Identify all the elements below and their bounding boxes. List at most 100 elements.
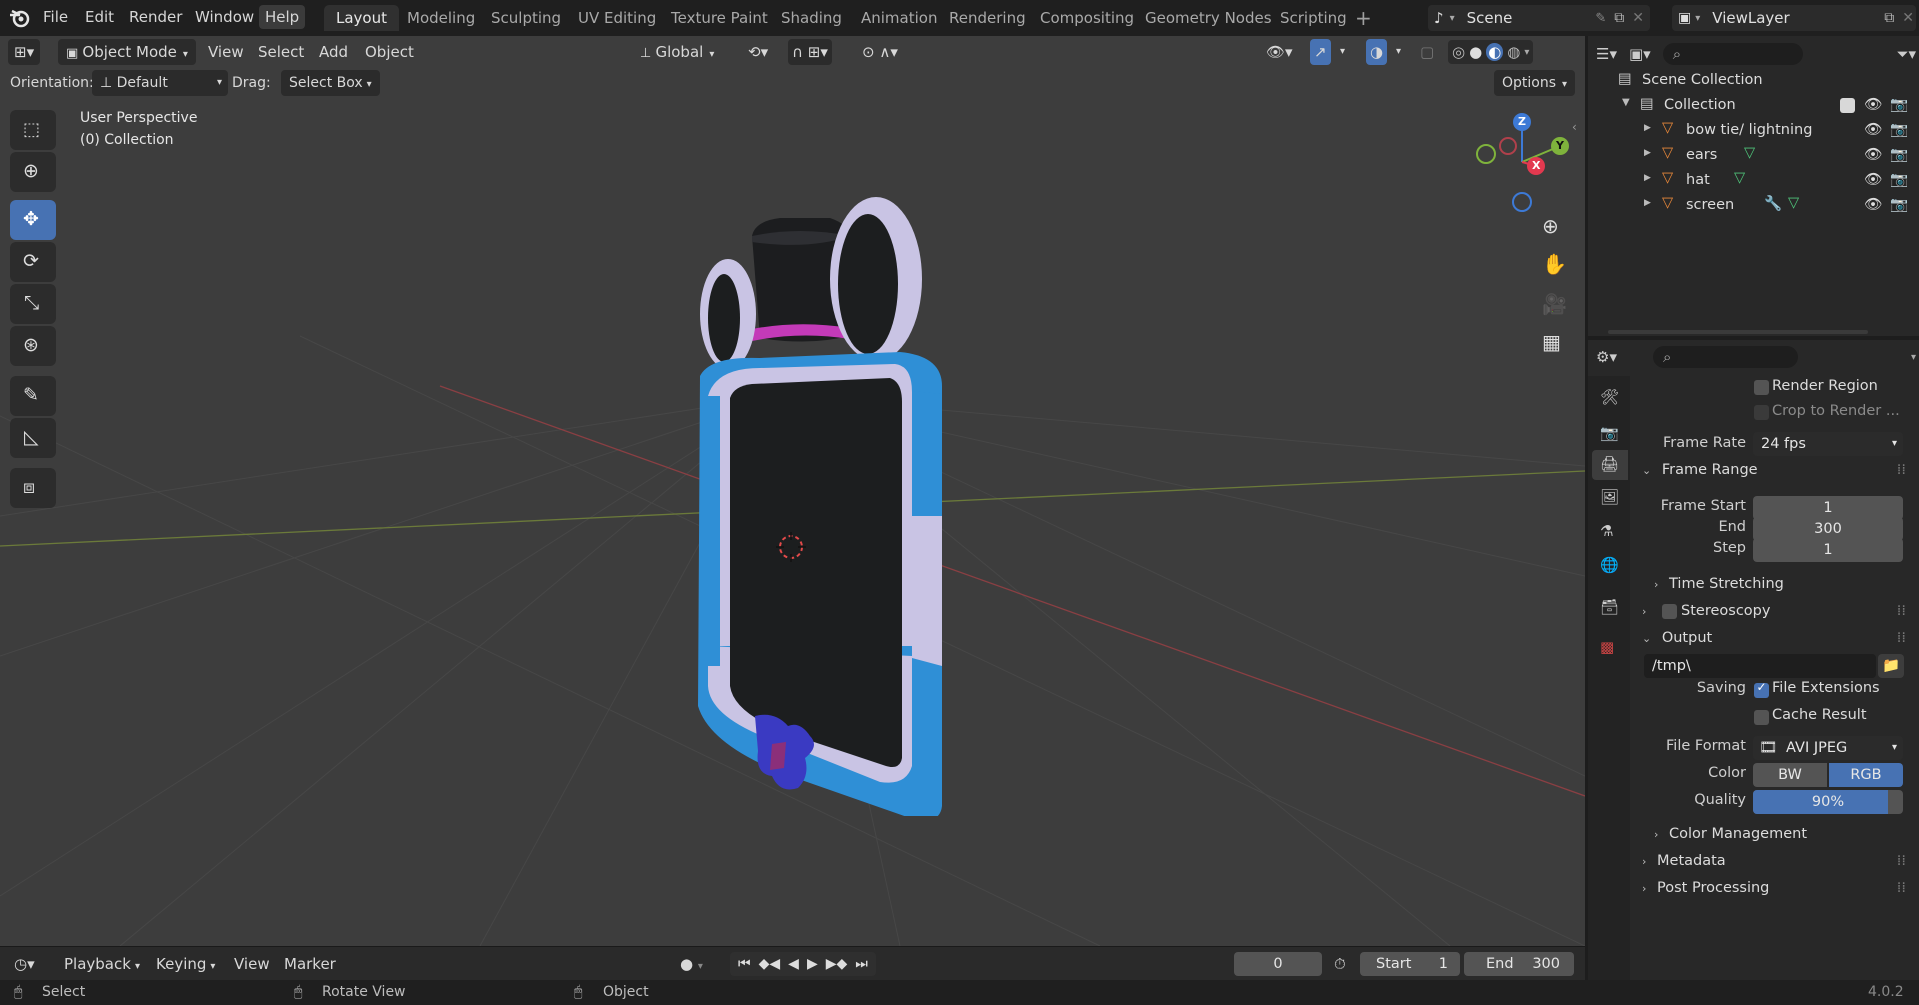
scale-tool[interactable]: ⤡ — [10, 284, 56, 324]
file-format-dropdown[interactable]: 🎞 AVI JPEG ▾ — [1753, 736, 1903, 760]
scene-selector[interactable]: ♪ ▾ Scene ✎ ⧉ ✕ — [1428, 5, 1650, 31]
outliner-object-row[interactable]: ▶ ▽ hat ▽ 👁 📷 — [1588, 168, 1919, 193]
menu-object[interactable]: Object — [365, 39, 414, 65]
menu-edit[interactable]: Edit — [85, 8, 114, 26]
chevron-down-icon[interactable]: ▾ — [1340, 39, 1345, 65]
camera-icon[interactable]: 📷 — [1890, 121, 1908, 138]
add-cube-tool[interactable]: ⧈ — [10, 468, 56, 508]
tab-compositing[interactable]: Compositing — [1028, 5, 1146, 31]
outliner-search-input[interactable]: ⌕ — [1662, 43, 1803, 65]
pan-hand-icon[interactable]: ✋ — [1542, 252, 1567, 276]
measure-tool[interactable]: ◺ — [10, 418, 56, 458]
outliner-scene-collection[interactable]: ▤ Scene Collection — [1588, 68, 1919, 93]
world-tab-icon[interactable]: 🌐 — [1600, 556, 1619, 574]
tab-sculpting[interactable]: Sculpting — [479, 5, 573, 31]
camera-view-icon[interactable]: 🎥 — [1542, 292, 1567, 316]
collection-tab-icon[interactable]: 🗃 — [1600, 598, 1619, 616]
frame-rate-dropdown[interactable]: 24 fps ▾ — [1753, 432, 1903, 456]
move-tool[interactable]: ✥ — [10, 200, 56, 240]
chevron-down-icon[interactable]: ▾ — [1524, 47, 1529, 58]
current-frame-field[interactable]: 0 — [1234, 952, 1322, 976]
zoom-icon[interactable]: ⊕ — [1542, 214, 1559, 238]
scene-tab-icon[interactable]: ⚗ — [1600, 522, 1613, 540]
proportional-editing-icon[interactable]: ⊙ ∧▾ — [862, 39, 898, 65]
time-stretching-panel-header[interactable]: › Time Stretching — [1654, 570, 1919, 598]
eye-icon[interactable]: 👁 — [1864, 96, 1882, 113]
stopwatch-icon[interactable]: ⏱ — [1334, 951, 1346, 977]
post-processing-panel-header[interactable]: › Post Processing ⁞⁞ — [1636, 874, 1906, 902]
render-region-checkbox[interactable] — [1754, 380, 1769, 395]
ortho-grid-icon[interactable]: ▦ — [1542, 330, 1561, 354]
3d-viewport[interactable]: ⊞▾ ▣ Object Mode ▾ View Select Add Object… — [0, 36, 1585, 946]
play-reverse-icon[interactable]: ◀ — [788, 956, 799, 972]
camera-icon[interactable]: 📷 — [1890, 146, 1908, 163]
menu-select[interactable]: Select — [258, 39, 304, 65]
rendered-shading-icon[interactable]: ◍ — [1507, 43, 1520, 61]
camera-icon[interactable]: 📷 — [1890, 96, 1908, 113]
menu-help[interactable]: Help — [259, 5, 306, 29]
view-layer-selector[interactable]: ▣ ▾ ViewLayer ⧉ ✕ — [1672, 5, 1916, 31]
add-workspace-icon[interactable]: + — [1355, 6, 1372, 30]
metadata-panel-header[interactable]: › Metadata ⁞⁞ — [1636, 847, 1906, 875]
color-management-panel-header[interactable]: › Color Management — [1654, 820, 1919, 848]
menu-render[interactable]: Render — [129, 8, 182, 26]
transform-orientation-dropdown[interactable]: ⊥ Global ▾ — [640, 39, 714, 65]
output-path-input[interactable]: /tmp\ — [1644, 654, 1876, 678]
timeline-editor-icon[interactable]: ◷▾ — [14, 951, 35, 977]
frame-step-field[interactable]: 1 — [1753, 538, 1903, 562]
end-frame-field[interactable]: End 300 — [1464, 952, 1574, 976]
color-rgb-button[interactable]: RGB — [1829, 763, 1903, 787]
filter-icon[interactable]: ⏷▾ — [1896, 45, 1916, 63]
snap-toggle-icon[interactable]: ∩ ⊞▾ — [788, 39, 832, 65]
outliner-scrollbar[interactable] — [1608, 330, 1868, 334]
annotate-tool[interactable]: ✎ — [10, 376, 56, 416]
screen-character-model[interactable] — [680, 146, 980, 816]
render-tab-icon[interactable]: 📷 — [1600, 424, 1619, 442]
camera-icon[interactable]: 📷 — [1890, 171, 1908, 188]
close-icon[interactable]: ✕ — [1902, 10, 1914, 26]
texture-tab-icon[interactable]: ▩ — [1600, 638, 1614, 656]
drag-handle-icon[interactable]: ⁞⁞ — [1897, 624, 1906, 652]
new-view-layer-icon[interactable]: ⧉ — [1884, 10, 1894, 26]
stereoscopy-checkbox[interactable] — [1662, 604, 1677, 619]
expand-arrow-icon[interactable]: ▶ — [1644, 198, 1651, 208]
visibility-icon[interactable]: 👁▾ — [1266, 39, 1293, 65]
playback-menu[interactable]: Playback ▾ — [64, 951, 140, 977]
record-icon[interactable]: ● ▾ — [680, 951, 703, 977]
tab-layout[interactable]: Layout — [324, 5, 399, 31]
outliner-object-row[interactable]: ▶ ▽ screen 🔧 ▽ 👁 📷 — [1588, 193, 1919, 218]
outliner-collection[interactable]: ▼ ▤ Collection 👁 📷 — [1588, 93, 1919, 118]
expand-arrow-icon[interactable]: ▶ — [1644, 148, 1651, 158]
expand-arrow-icon[interactable]: ▶ — [1644, 173, 1651, 183]
tab-geometry-nodes[interactable]: Geometry Nodes — [1133, 5, 1284, 31]
expand-arrow-icon[interactable]: ▶ — [1644, 123, 1651, 133]
chevron-down-icon[interactable]: ▾ — [1911, 352, 1916, 363]
frame-range-panel-header[interactable]: ⌄ Frame Range ⁞⁞ — [1636, 456, 1906, 484]
tab-modeling[interactable]: Modeling — [395, 5, 487, 31]
cursor-tool[interactable]: ⊕ — [10, 152, 56, 192]
mesh-data-icon[interactable]: ▽ — [1788, 195, 1799, 211]
crop-to-render-checkbox[interactable] — [1754, 405, 1769, 420]
pivot-point-icon[interactable]: ⟲▾ — [748, 39, 768, 65]
gizmo-toggle-icon[interactable]: ↗ — [1310, 39, 1331, 65]
outliner-object-row[interactable]: ▶ ▽ bow tie/ lightning 👁 📷 — [1588, 118, 1919, 143]
new-scene-icon[interactable]: ⧉ — [1614, 10, 1624, 26]
outliner-object-row[interactable]: ▶ ▽ ears ▽ 👁 📷 — [1588, 143, 1919, 168]
start-frame-field[interactable]: Start 1 — [1360, 952, 1460, 976]
menu-add[interactable]: Add — [319, 39, 348, 65]
output-tab[interactable]: 🖨 — [1592, 450, 1628, 480]
tool-tab-icon[interactable]: 🛠 — [1600, 388, 1619, 406]
view-layer-tab-icon[interactable]: 🖼 — [1600, 488, 1619, 506]
pin-icon[interactable]: ✎ — [1595, 11, 1606, 26]
blender-logo-icon[interactable] — [8, 7, 32, 29]
prev-keyframe-icon[interactable]: ◆◀ — [759, 956, 781, 972]
browse-folder-button[interactable]: 📁 — [1878, 654, 1904, 678]
next-keyframe-icon[interactable]: ▶◆ — [826, 956, 848, 972]
select-box-tool[interactable]: ⬚ — [10, 110, 56, 150]
properties-search-input[interactable]: ⌕ — [1652, 346, 1798, 368]
chevron-down-icon[interactable]: ▾ — [1396, 39, 1401, 65]
color-bw-button[interactable]: BW — [1753, 763, 1827, 787]
jump-end-icon[interactable]: ⏭ — [855, 956, 868, 972]
tab-shading[interactable]: Shading — [769, 5, 854, 31]
properties-editor-icon[interactable]: ⚙▾ — [1596, 348, 1617, 366]
